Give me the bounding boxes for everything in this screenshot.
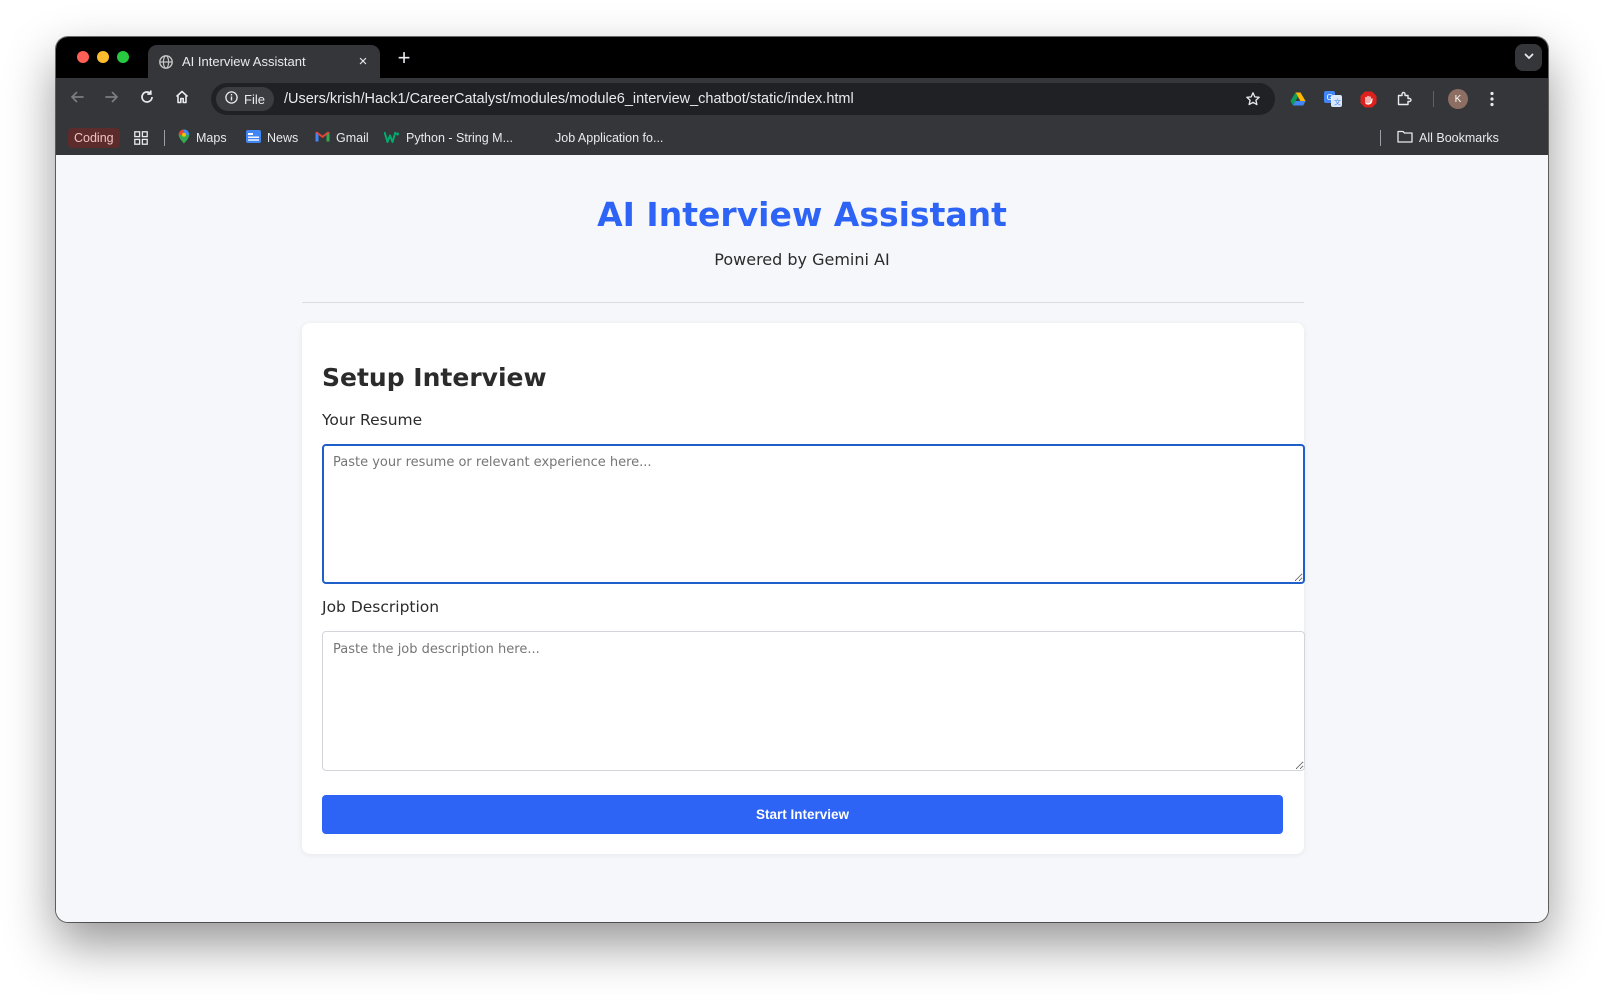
page-content: AI Interview Assistant Powered by Gemini…: [56, 155, 1548, 922]
reload-button[interactable]: [136, 88, 158, 110]
svg-text:文: 文: [1334, 98, 1341, 107]
maximize-window-button[interactable]: [117, 51, 129, 63]
site-info-chip[interactable]: File: [216, 87, 274, 111]
close-window-button[interactable]: [77, 51, 89, 63]
bookmarks-separator: [1380, 130, 1381, 146]
minimize-window-button[interactable]: [97, 51, 109, 63]
google-drive-icon[interactable]: [1287, 88, 1309, 110]
browser-toolbar: File /Users/krish/Hack1/CareerCatalyst/m…: [56, 78, 1548, 120]
maps-pin-icon: [178, 129, 190, 147]
home-button[interactable]: [171, 88, 193, 110]
w3schools-icon: [383, 131, 400, 146]
bookmark-label: News: [267, 131, 299, 145]
folder-icon: [1397, 130, 1413, 146]
bookmark-label: Maps: [196, 131, 227, 145]
tab-title: AI Interview Assistant: [182, 54, 306, 69]
news-icon: [246, 130, 261, 146]
job-description-label: Job Description: [322, 598, 440, 616]
bookmark-coding[interactable]: Coding: [68, 128, 120, 148]
chevron-down-icon: [1523, 49, 1535, 67]
google-translate-icon[interactable]: G文: [1322, 88, 1344, 110]
back-arrow-icon: [69, 89, 85, 110]
bookmark-label: Python - String M...: [406, 131, 513, 145]
bookmark-gmail[interactable]: Gmail: [315, 128, 369, 148]
svg-text:G: G: [1327, 93, 1333, 102]
extensions-icon[interactable]: [1393, 88, 1415, 110]
resume-textarea[interactable]: [322, 444, 1305, 584]
browser-window: AI Interview Assistant × + File /Users/k…: [56, 37, 1548, 922]
tab-close-icon[interactable]: ×: [352, 53, 374, 70]
page-subtitle: Powered by Gemini AI: [714, 250, 890, 269]
avatar[interactable]: K: [1448, 89, 1468, 109]
bookmark-news[interactable]: News: [246, 128, 298, 148]
setup-card: Setup Interview Your Resume Job Descript…: [302, 323, 1305, 854]
start-interview-button[interactable]: Start Interview: [322, 795, 1283, 834]
adblock-icon[interactable]: [1357, 88, 1379, 110]
tab-active[interactable]: AI Interview Assistant ×: [148, 45, 380, 78]
setup-heading: Setup Interview: [322, 363, 547, 392]
resume-label: Your Resume: [322, 411, 423, 429]
job-description-textarea[interactable]: [322, 631, 1305, 771]
new-tab-button[interactable]: +: [392, 47, 416, 71]
bookmark-job-application[interactable]: Job Application fo...: [555, 128, 663, 148]
header-divider: [302, 302, 1304, 303]
forward-button[interactable]: [101, 88, 123, 110]
bookmarks-bar: Coding Maps News Gmail Python - String M…: [56, 120, 1548, 155]
toolbar-separator: [1433, 91, 1434, 107]
back-button[interactable]: [66, 88, 88, 110]
bookmark-maps[interactable]: Maps: [178, 128, 227, 148]
home-icon: [174, 89, 190, 110]
bookmarks-separator: [164, 130, 165, 146]
file-chip-label: File: [244, 91, 265, 107]
star-icon[interactable]: [1239, 91, 1267, 107]
apps-grid-icon[interactable]: [134, 128, 148, 148]
gmail-icon: [315, 131, 330, 145]
kebab-menu-icon[interactable]: [1481, 88, 1503, 110]
page-title: AI Interview Assistant: [597, 195, 1007, 234]
tab-strip: AI Interview Assistant × +: [56, 37, 1548, 78]
info-icon: [225, 91, 238, 107]
address-bar[interactable]: File /Users/krish/Hack1/CareerCatalyst/m…: [211, 83, 1275, 115]
tab-search-button[interactable]: [1515, 44, 1542, 71]
bookmark-python[interactable]: Python - String M...: [383, 128, 513, 148]
bookmark-all-bookmarks[interactable]: All Bookmarks: [1397, 128, 1499, 148]
bookmark-label: All Bookmarks: [1419, 131, 1499, 145]
forward-arrow-icon: [104, 89, 120, 110]
url-text[interactable]: /Users/krish/Hack1/CareerCatalyst/module…: [284, 91, 1239, 107]
globe-icon: [159, 54, 173, 69]
bookmark-label: Gmail: [336, 131, 369, 145]
reload-icon: [139, 89, 155, 110]
